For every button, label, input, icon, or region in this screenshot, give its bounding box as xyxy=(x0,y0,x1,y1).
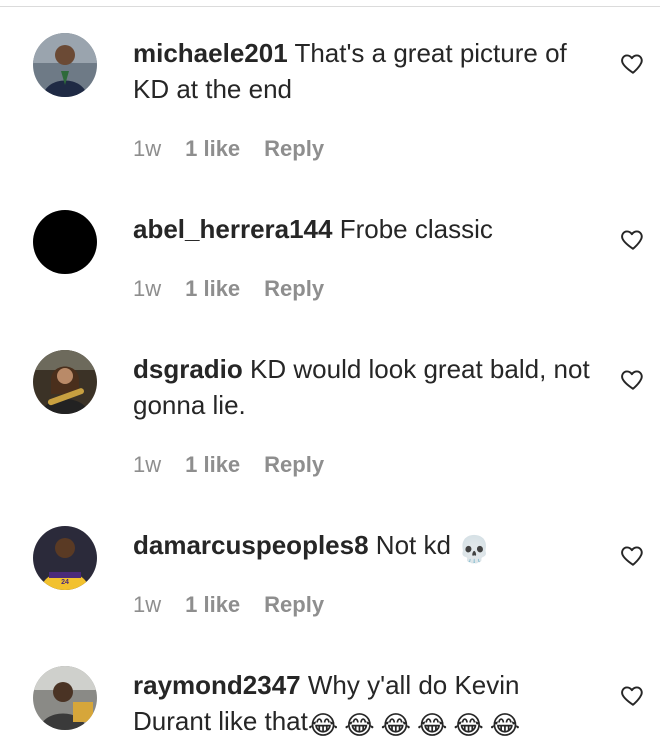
heart-icon[interactable] xyxy=(620,50,646,76)
comment-meta: 1w 1 like Reply xyxy=(133,592,324,618)
heart-icon[interactable] xyxy=(620,542,646,568)
comment-username[interactable]: dsgradio xyxy=(133,354,243,384)
comment-likes[interactable]: 1 like xyxy=(185,452,240,478)
avatar[interactable] xyxy=(33,666,97,730)
comment-username[interactable]: damarcuspeoples8 xyxy=(133,530,369,560)
reply-button[interactable]: Reply xyxy=(264,592,324,618)
comment-username[interactable]: raymond2347 xyxy=(133,670,301,700)
comment-meta: 1w 1 like Reply xyxy=(133,452,324,478)
heart-icon[interactable] xyxy=(620,682,646,708)
comment-username[interactable]: michaele201 xyxy=(133,38,288,68)
reply-button[interactable]: Reply xyxy=(264,452,324,478)
comment-text: michaele201 That's a great picture of KD… xyxy=(133,35,593,107)
laughing-emoji: 😂😂😂😂😂😂 xyxy=(307,710,527,740)
avatar[interactable] xyxy=(33,33,97,97)
svg-text:24: 24 xyxy=(61,579,69,586)
comment-username[interactable]: abel_herrera144 xyxy=(133,214,332,244)
comment-likes[interactable]: 1 like xyxy=(185,276,240,302)
avatar[interactable]: 24 xyxy=(33,526,97,590)
comment-meta: 1w 1 like Reply xyxy=(133,276,324,302)
heart-icon[interactable] xyxy=(620,226,646,252)
comment-time: 1w xyxy=(133,276,162,301)
comment-time: 1w xyxy=(133,136,162,161)
comment-body: Frobe classic xyxy=(339,214,493,244)
reply-button[interactable]: Reply xyxy=(264,136,324,162)
comment-text: damarcuspeoples8 Not kd 💀 xyxy=(133,527,593,567)
avatar[interactable] xyxy=(33,350,97,414)
top-divider xyxy=(0,6,660,7)
comment-meta: 1w 1 like Reply xyxy=(133,136,324,162)
comment-time: 1w xyxy=(133,452,162,477)
comment-likes[interactable]: 1 like xyxy=(185,592,240,618)
avatar[interactable] xyxy=(33,210,97,274)
comment-text: dsgradio KD would look great bald, not g… xyxy=(133,351,593,423)
comment-body: Not kd xyxy=(375,530,451,560)
reply-button[interactable]: Reply xyxy=(264,276,324,302)
comment-likes[interactable]: 1 like xyxy=(185,136,240,162)
comment-time: 1w xyxy=(133,592,162,617)
heart-icon[interactable] xyxy=(620,366,646,392)
comment-text: abel_herrera144 Frobe classic xyxy=(133,211,593,247)
comment-text: raymond2347 Why y'all do Kevin Durant li… xyxy=(133,667,593,743)
skull-emoji: 💀 xyxy=(458,534,491,564)
